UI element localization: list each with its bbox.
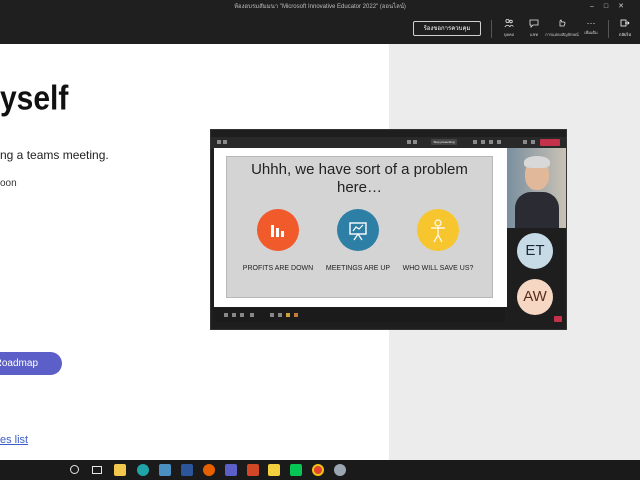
taskbar <box>0 460 640 480</box>
participant-avatar[interactable]: AW <box>517 279 553 315</box>
person-hero-icon <box>417 209 459 251</box>
shared-leave-button[interactable] <box>540 139 560 146</box>
request-control-button[interactable]: ร้องขอการควบคุม <box>413 21 481 36</box>
edge-icon[interactable] <box>137 464 149 476</box>
window-title: ห้องอบรมสัมมนา "Microsoft Innovative Edu… <box>234 4 406 10</box>
toolbar-divider <box>608 20 609 38</box>
firefox-icon[interactable] <box>203 464 215 476</box>
file-explorer-icon[interactable] <box>114 464 126 476</box>
presenter-video <box>507 148 566 228</box>
shared-screen-window[interactable]: Stop presenting Uhhh, we have sort of a … <box>210 129 567 330</box>
chrome-icon[interactable] <box>312 464 324 476</box>
chart-down-icon <box>257 209 299 251</box>
app-icon[interactable] <box>334 464 346 476</box>
page-text-line: oon <box>0 178 17 189</box>
slide: Uhhh, we have sort of a problem here… PR… <box>226 156 493 298</box>
sticky-notes-icon[interactable] <box>268 464 280 476</box>
word-icon[interactable] <box>181 464 193 476</box>
page-text-line: ng a teams meeting. <box>0 148 109 162</box>
more-icon: ··· <box>586 18 596 28</box>
search-icon[interactable] <box>70 465 79 474</box>
slide-item-label: WHO WILL SAVE US? <box>402 265 474 272</box>
leave-label: กลับไป <box>619 32 631 37</box>
presentation-board-icon <box>337 209 379 251</box>
slide-item-label: MEETINGS ARE UP <box>325 265 391 272</box>
app-icon[interactable] <box>159 464 171 476</box>
more-label: เพิ่มเติม <box>584 30 598 35</box>
task-view-icon[interactable] <box>92 466 102 474</box>
stop-presenting-button[interactable]: Stop presenting <box>431 139 457 145</box>
participant-indicator <box>554 316 562 322</box>
slide-title: Uhhh, we have sort of a problem here… <box>251 161 468 196</box>
page-heading: yself <box>0 79 69 118</box>
window-controls[interactable]: –□✕ <box>590 0 634 14</box>
window-title-bar: ห้องอบรมสัมมนา "Microsoft Innovative Edu… <box>0 0 640 14</box>
leave-icon <box>612 18 638 31</box>
participant-avatar[interactable]: ET <box>517 233 553 269</box>
slide-control-bar[interactable] <box>214 308 505 322</box>
more-button[interactable]: ··· เพิ่มเติม <box>574 18 608 42</box>
resources-list-link[interactable]: es list <box>0 434 28 446</box>
powerpoint-icon[interactable] <box>247 464 259 476</box>
teams-icon[interactable] <box>225 464 237 476</box>
roadmap-button[interactable]: Roadmap <box>0 352 62 375</box>
slide-item-label: PROFITS ARE DOWN <box>242 265 314 272</box>
leave-button[interactable]: กลับไป <box>612 18 638 42</box>
line-icon[interactable] <box>290 464 302 476</box>
